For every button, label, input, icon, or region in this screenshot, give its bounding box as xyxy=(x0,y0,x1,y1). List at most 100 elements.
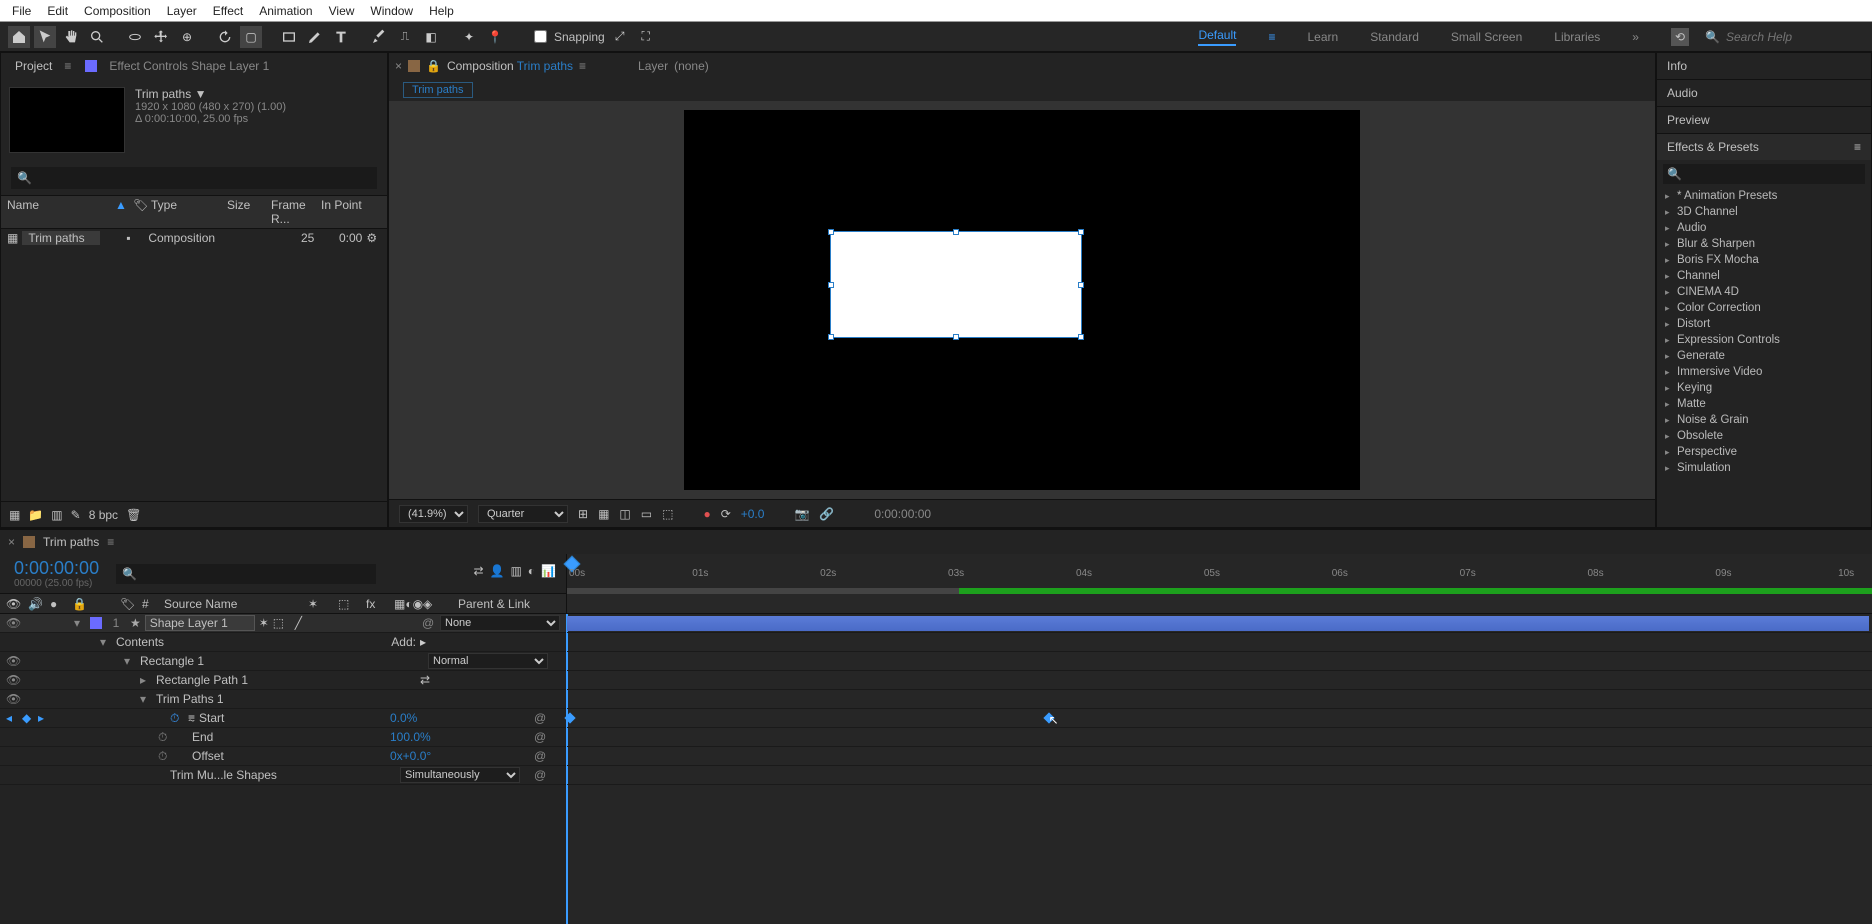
layer-color[interactable] xyxy=(90,617,102,629)
selection-tool[interactable] xyxy=(34,26,56,48)
help-search[interactable]: 🔍 xyxy=(1699,28,1852,46)
menubar[interactable]: File Edit Composition Layer Effect Anima… xyxy=(0,0,1872,22)
solo-col-icon[interactable]: ● xyxy=(50,597,64,611)
col-inpoint[interactable]: In Point xyxy=(321,198,362,226)
tl-tab-name[interactable]: Trim paths xyxy=(43,535,99,549)
work-area[interactable] xyxy=(567,588,1872,594)
handle-bl[interactable] xyxy=(828,334,834,340)
start-value[interactable]: 0.0% xyxy=(390,711,450,725)
ws-learn[interactable]: Learn xyxy=(1307,30,1338,44)
ws-standard[interactable]: Standard xyxy=(1370,30,1419,44)
switch-icon-2[interactable]: ⬚ xyxy=(338,597,358,611)
row-start[interactable]: ◂ ◆ ▸ ⏱ ⩳ Start 0.0% @ xyxy=(0,709,566,728)
menu-layer[interactable]: Layer xyxy=(159,2,205,20)
handle-ml[interactable] xyxy=(828,282,834,288)
handle-tr[interactable] xyxy=(1078,229,1084,235)
shape-layer-rectangle[interactable] xyxy=(830,231,1082,338)
sw-3[interactable]: ╱ xyxy=(295,616,305,630)
pickwhip-icon[interactable]: @ xyxy=(534,749,548,763)
text-tool[interactable] xyxy=(330,26,352,48)
show-snapshot-icon[interactable]: 🔗 xyxy=(819,507,834,521)
preset-animation[interactable]: * Animation Presets xyxy=(1661,188,1871,204)
current-time[interactable]: 0:00:00:00 xyxy=(14,558,99,579)
roto-tool[interactable]: ✦ xyxy=(458,26,480,48)
col-tag-icon[interactable]: 🏷 xyxy=(133,198,151,226)
col-source[interactable]: Source Name xyxy=(164,597,300,611)
vf-icon1[interactable]: ⊞ xyxy=(578,507,588,521)
new-comp-icon[interactable]: ▥ xyxy=(51,508,62,522)
quality-select[interactable]: Quarter xyxy=(478,505,568,523)
help-search-input[interactable] xyxy=(1726,30,1846,44)
ws-more-icon[interactable]: » xyxy=(1632,30,1639,44)
twirl-icon[interactable]: ▸ xyxy=(140,673,152,687)
preset-obsolete[interactable]: Obsolete xyxy=(1661,428,1871,444)
ws-libraries[interactable]: Libraries xyxy=(1554,30,1600,44)
row-rectpath[interactable]: 👁 ▸ Rectangle Path 1 ⇄ xyxy=(0,671,566,690)
rect-tool[interactable] xyxy=(278,26,300,48)
twirl-icon[interactable]: ▾ xyxy=(124,654,136,668)
preset-distort[interactable]: Distort xyxy=(1661,316,1871,332)
pan-behind-tool[interactable] xyxy=(150,26,172,48)
stopwatch-icon[interactable]: ⏱ xyxy=(170,711,184,726)
close-tab-icon[interactable]: × xyxy=(395,59,402,73)
col-size[interactable]: Size xyxy=(227,198,271,226)
switch-icon-1[interactable]: ✶ xyxy=(308,597,330,611)
menu-effect[interactable]: Effect xyxy=(205,2,251,20)
vf-refresh-icon[interactable]: ⟳ xyxy=(721,507,731,521)
twirl-icon[interactable]: ▾ xyxy=(100,635,112,649)
time-ruler[interactable]: 00s 01s 02s 03s 04s 05s 06s 07s 08s 09s … xyxy=(567,554,1872,594)
frame-blend-icon[interactable]: ▥ xyxy=(510,564,521,578)
timeline-tracks[interactable]: ↖ xyxy=(567,614,1872,924)
preset-color[interactable]: Color Correction xyxy=(1661,300,1871,316)
preset-blur[interactable]: Blur & Sharpen xyxy=(1661,236,1871,252)
menu-window[interactable]: Window xyxy=(362,2,421,20)
audio-col-icon[interactable]: 🔊 xyxy=(28,597,42,611)
pickwhip-icon[interactable]: @ xyxy=(534,711,548,725)
col-parent[interactable]: Parent & Link xyxy=(458,597,530,611)
pickwhip-icon[interactable]: @ xyxy=(534,768,548,782)
eye-toggle[interactable]: 👁 xyxy=(6,692,20,706)
vf-mask-icon[interactable]: ◫ xyxy=(619,507,630,521)
pickwhip-icon[interactable]: @ xyxy=(534,730,548,744)
comp-menu-icon[interactable]: ≡ xyxy=(579,59,586,73)
expr-icon[interactable]: ⩳ xyxy=(188,711,195,726)
stopwatch-icon[interactable]: ⏱ xyxy=(158,749,172,764)
keynav-add[interactable]: ◆ xyxy=(22,711,34,725)
effects-presets-title[interactable]: Effects & Presets xyxy=(1667,140,1759,154)
flowchart-comp[interactable]: Trim paths xyxy=(403,82,473,98)
panel-menu-icon[interactable]: ≡ xyxy=(1854,140,1861,154)
snap-opt2-icon[interactable]: ⛶ xyxy=(635,26,657,48)
snap-opt1-icon[interactable]: ⤢ xyxy=(609,26,631,48)
blend-mode-select[interactable]: Normal xyxy=(428,653,548,669)
eye-toggle[interactable]: 👁 xyxy=(6,654,20,668)
eye-toggle[interactable]: 👁 xyxy=(6,673,20,687)
item-name[interactable]: Trim paths xyxy=(22,231,100,245)
comp-link[interactable]: Trim paths xyxy=(517,59,573,73)
preset-keying[interactable]: Keying xyxy=(1661,380,1871,396)
zoom-select[interactable]: (41.9%) xyxy=(399,505,468,523)
row-multi[interactable]: Trim Mu...le Shapes Simultaneously @ xyxy=(0,766,566,785)
menu-view[interactable]: View xyxy=(321,2,363,20)
snapping-checkbox[interactable] xyxy=(534,30,547,43)
col-sort-icon[interactable]: ▲ xyxy=(115,198,133,226)
eye-toggle[interactable]: 👁 xyxy=(6,616,20,630)
item-flow-icon[interactable]: ⚙ xyxy=(366,231,377,245)
adjust-icon[interactable]: ✎ xyxy=(71,508,81,522)
label-col-icon[interactable]: 🏷 xyxy=(120,597,134,611)
anchor-tool[interactable]: ⊕ xyxy=(176,26,198,48)
add-button[interactable]: ▸ xyxy=(420,635,426,649)
direction-icon[interactable]: ⇄ xyxy=(420,673,460,687)
preset-boris[interactable]: Boris FX Mocha xyxy=(1661,252,1871,268)
timeline-search[interactable]: 🔍 xyxy=(116,564,376,584)
trash-icon[interactable]: 🗑 xyxy=(126,508,141,522)
row-trimpaths[interactable]: 👁 ▾ Trim Paths 1 xyxy=(0,690,566,709)
sw-2[interactable]: ⬚ xyxy=(273,616,291,630)
pickwhip-icon[interactable]: @ xyxy=(422,616,436,630)
handle-tm[interactable] xyxy=(953,229,959,235)
preset-perspective[interactable]: Perspective xyxy=(1661,444,1871,460)
preset-immersive[interactable]: Immersive Video xyxy=(1661,364,1871,380)
vf-channels-icon[interactable]: ● xyxy=(703,507,710,521)
comp-dropdown-icon[interactable]: ▼ xyxy=(195,87,207,101)
rotate-tool[interactable] xyxy=(214,26,236,48)
offset-value[interactable]: 0x+0.0° xyxy=(390,749,450,763)
